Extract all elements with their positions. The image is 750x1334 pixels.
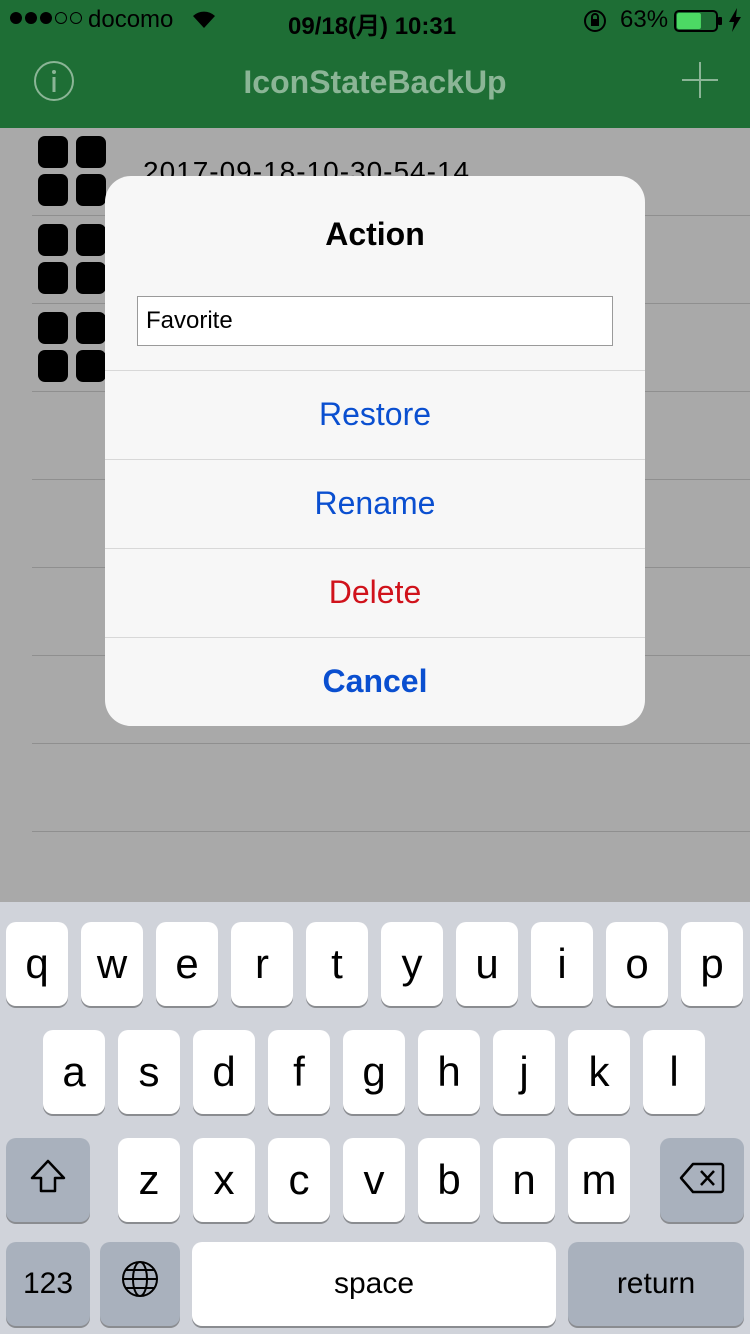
signal-strength-icon: [10, 12, 82, 24]
restore-button[interactable]: Restore: [105, 370, 645, 458]
alert-title: Action: [325, 216, 425, 252]
name-input[interactable]: [137, 296, 613, 346]
key-e[interactable]: e: [156, 922, 218, 1006]
key-s[interactable]: s: [118, 1030, 180, 1114]
key-l[interactable]: l: [643, 1030, 705, 1114]
app-screen: docomo 09/18(月) 10:31 63% IconStateBackU…: [0, 0, 750, 1334]
navigation-bar: IconStateBackUp: [0, 40, 750, 128]
rotation-lock-icon: [582, 8, 608, 41]
shift-key[interactable]: [6, 1138, 90, 1222]
app-grid-icon: [38, 224, 106, 296]
empty-row: [0, 744, 750, 832]
key-w[interactable]: w: [81, 922, 143, 1006]
carrier-label: docomo: [88, 6, 174, 33]
shift-icon: [28, 1156, 68, 1204]
page-title: IconStateBackUp: [243, 64, 507, 100]
key-o[interactable]: o: [606, 922, 668, 1006]
key-q[interactable]: q: [6, 922, 68, 1006]
plus-icon[interactable]: [680, 60, 720, 100]
key-x[interactable]: x: [193, 1138, 255, 1222]
key-a[interactable]: a: [43, 1030, 105, 1114]
globe-key[interactable]: [100, 1242, 180, 1326]
app-grid-icon: [38, 136, 106, 208]
key-v[interactable]: v: [343, 1138, 405, 1222]
rename-button[interactable]: Rename: [105, 459, 645, 547]
delete-button[interactable]: Delete: [105, 548, 645, 636]
return-key[interactable]: return: [568, 1242, 744, 1326]
app-grid-icon: [38, 312, 106, 384]
backspace-key[interactable]: [660, 1138, 744, 1222]
globe-icon: [120, 1259, 160, 1309]
key-k[interactable]: k: [568, 1030, 630, 1114]
key-g[interactable]: g: [343, 1030, 405, 1114]
keyboard: q w e r t y u i o p a s d f g h j k l z …: [0, 902, 750, 1334]
wifi-icon: [190, 8, 218, 37]
key-d[interactable]: d: [193, 1030, 255, 1114]
key-t[interactable]: t: [306, 922, 368, 1006]
status-bar: docomo 09/18(月) 10:31 63%: [0, 0, 750, 40]
status-time: 09/18(月) 10:31: [288, 13, 457, 40]
key-j[interactable]: j: [493, 1030, 555, 1114]
key-y[interactable]: y: [381, 922, 443, 1006]
key-u[interactable]: u: [456, 922, 518, 1006]
key-f[interactable]: f: [268, 1030, 330, 1114]
numbers-key[interactable]: 123: [6, 1242, 90, 1326]
key-c[interactable]: c: [268, 1138, 330, 1222]
battery-icon: [674, 10, 724, 39]
key-n[interactable]: n: [493, 1138, 555, 1222]
charging-icon: [728, 8, 742, 39]
cancel-button[interactable]: Cancel: [105, 637, 645, 725]
key-h[interactable]: h: [418, 1030, 480, 1114]
key-m[interactable]: m: [568, 1138, 630, 1222]
key-i[interactable]: i: [531, 922, 593, 1006]
action-alert: Action Restore Rename Delete Cancel: [105, 176, 645, 726]
key-b[interactable]: b: [418, 1138, 480, 1222]
backspace-icon: [679, 1156, 725, 1204]
battery-percent: 63%: [620, 6, 669, 33]
space-key[interactable]: space: [192, 1242, 556, 1326]
key-p[interactable]: p: [681, 922, 743, 1006]
key-z[interactable]: z: [118, 1138, 180, 1222]
key-r[interactable]: r: [231, 922, 293, 1006]
